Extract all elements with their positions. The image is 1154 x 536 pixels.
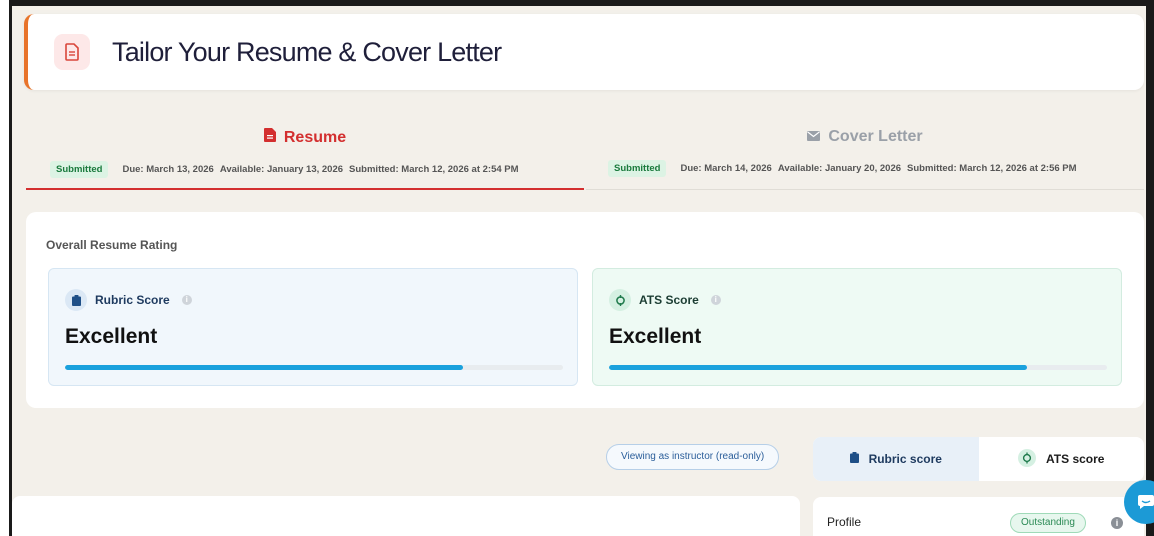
ats-progress-fill — [609, 365, 1028, 370]
tab-resume-label: Resume — [283, 128, 347, 146]
target-icon — [1018, 448, 1037, 470]
page-title: Tailor Your Resume & Cover Letter — [112, 36, 502, 67]
envelope-icon — [807, 128, 821, 146]
ats-score-toggle-label: ATS score — [1046, 452, 1105, 466]
available-date: Available: January 13, 2026 — [219, 164, 344, 175]
tab-resume[interactable]: Resume Submitted Due: March 13, 2026 Ava… — [26, 118, 584, 190]
ats-score-title: ATS Score — [639, 293, 699, 307]
clipboard-icon — [849, 452, 859, 466]
overall-rating-card: Overall Resume Rating Rubric Score i Exc… — [26, 212, 1144, 408]
info-icon[interactable]: i — [181, 295, 192, 305]
info-icon[interactable]: i — [1111, 517, 1123, 529]
status-badge: Submitted — [50, 161, 109, 178]
clipboard-icon — [65, 289, 87, 311]
page-header: Tailor Your Resume & Cover Letter — [24, 14, 1144, 90]
ats-score-panel: ATS Score i Excellent — [592, 268, 1122, 386]
available-date: Available: January 20, 2026 — [777, 163, 902, 174]
ats-score-toggle[interactable]: ATS score — [979, 437, 1145, 481]
submitted-date: Submitted: March 12, 2026 at 2:54 PM — [349, 164, 519, 175]
target-icon — [609, 289, 631, 311]
tab-cover-letter-label: Cover Letter — [828, 128, 923, 145]
window-frame-right — [1146, 0, 1154, 536]
rubric-score-title: Rubric Score — [95, 293, 170, 307]
rubric-score-value: Excellent — [65, 325, 158, 348]
document-icon — [54, 34, 90, 70]
profile-section-card: Profile Outstanding i — [813, 497, 1144, 536]
read-only-notice: Viewing as instructor (read-only) — [606, 444, 780, 470]
rating-label: Overall Resume Rating — [46, 238, 178, 252]
profile-rating-badge: Outstanding — [1010, 513, 1086, 533]
tab-cover-letter[interactable]: Cover Letter Submitted Due: March 14, 20… — [586, 118, 1144, 190]
rubric-score-toggle[interactable]: Rubric score — [813, 437, 979, 481]
ats-score-value: Excellent — [609, 325, 702, 348]
window-frame-top — [0, 0, 1154, 6]
rubric-progress-bar — [65, 365, 563, 370]
document-icon — [263, 128, 276, 147]
window-frame-left — [0, 0, 12, 536]
rubric-progress-fill — [65, 365, 464, 370]
score-toggle: Rubric score ATS score — [813, 437, 1144, 481]
due-date: Due: March 13, 2026 — [122, 164, 214, 175]
profile-label: Profile — [827, 515, 862, 529]
rubric-score-panel: Rubric Score i Excellent — [48, 268, 578, 386]
due-date: Due: March 14, 2026 — [680, 163, 772, 174]
rubric-score-toggle-label: Rubric score — [868, 452, 942, 466]
status-badge: Submitted — [608, 160, 667, 177]
info-icon[interactable]: i — [710, 295, 721, 305]
submitted-date: Submitted: March 12, 2026 at 2:56 PM — [907, 163, 1077, 174]
resume-content-panel — [12, 496, 800, 536]
ats-progress-bar — [609, 365, 1107, 370]
